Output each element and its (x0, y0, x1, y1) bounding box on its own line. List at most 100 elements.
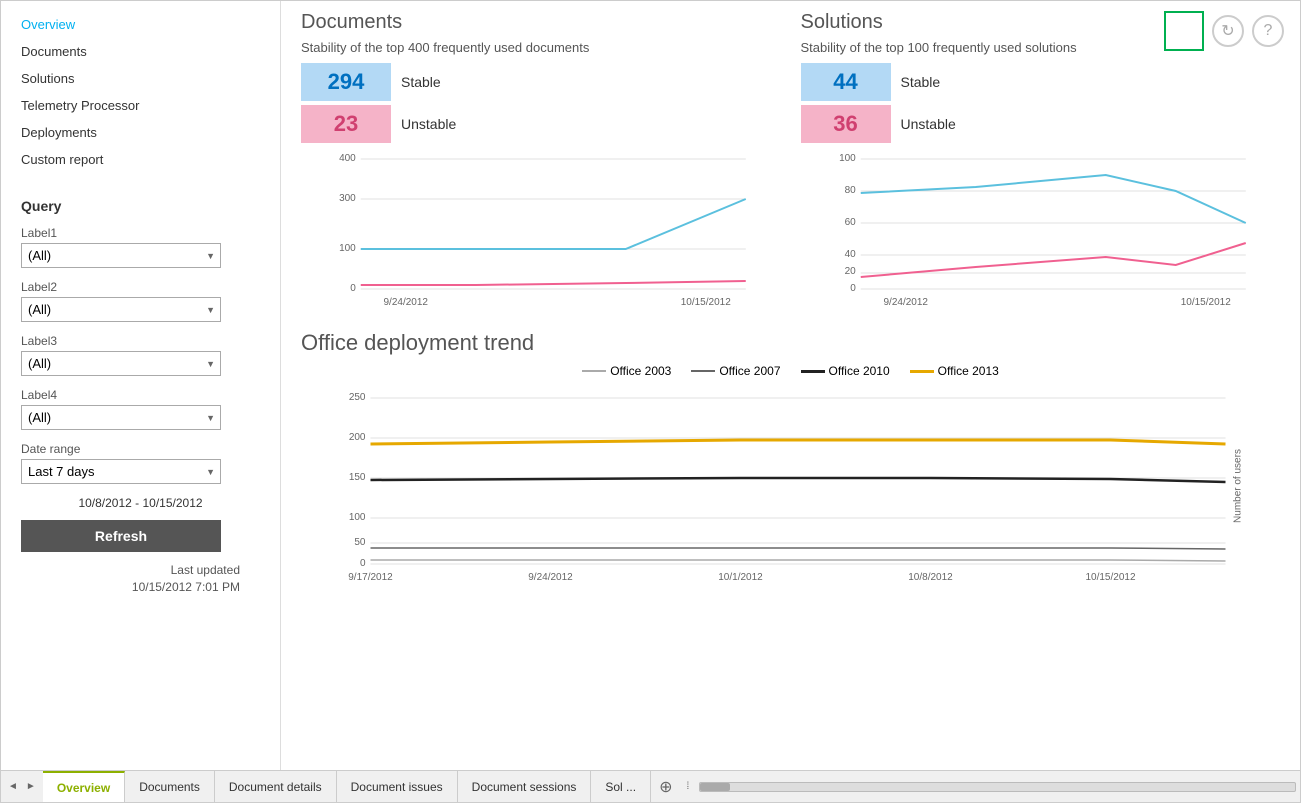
deployment-section: Office deployment trend Office 2003 Offi… (301, 330, 1280, 589)
svg-text:50: 50 (354, 537, 366, 548)
tab-document-issues[interactable]: Document issues (337, 771, 458, 802)
tab-overview[interactable]: Overview (43, 771, 125, 802)
label2-select[interactable]: (All) (21, 297, 221, 322)
main-area: Overview Documents Solutions Telemetry P… (1, 1, 1300, 770)
tab-document-sessions[interactable]: Document sessions (458, 771, 592, 802)
label2-field: Label2 (All) (21, 280, 260, 322)
label2-select-wrapper: (All) (21, 297, 221, 322)
legend-office2003-line (582, 370, 606, 372)
svg-text:10/15/2012: 10/15/2012 (1085, 572, 1135, 583)
sidebar-item-overview[interactable]: Overview (1, 11, 280, 38)
label1-select-wrapper: (All) (21, 243, 221, 268)
solutions-stable-row: 44 Stable (801, 63, 1281, 101)
legend-office2007-line (691, 370, 715, 372)
label3-field: Label3 (All) (21, 334, 260, 376)
last-updated-line1: Last updated (171, 563, 240, 577)
label3-select-wrapper: (All) (21, 351, 221, 376)
documents-stable-label: Stable (401, 74, 441, 90)
svg-text:300: 300 (339, 193, 356, 204)
sidebar-item-telemetry[interactable]: Telemetry Processor (1, 92, 280, 119)
legend-office2013: Office 2013 (910, 364, 999, 378)
solutions-panel: Solutions Stability of the top 100 frequ… (801, 11, 1281, 310)
legend-office2013-line (910, 370, 934, 373)
tab-add-button[interactable]: ⊕ (651, 771, 680, 802)
svg-text:0: 0 (360, 558, 366, 569)
app-container: Overview Documents Solutions Telemetry P… (0, 0, 1301, 803)
tab-bar-nav: ◄ ► (1, 771, 43, 802)
legend-office2007-label: Office 2007 (719, 364, 780, 378)
legend-office2003-label: Office 2003 (610, 364, 671, 378)
tab-nav-prev[interactable]: ◄ (5, 781, 21, 792)
svg-text:Number of users: Number of users (1233, 449, 1244, 523)
svg-text:100: 100 (839, 153, 856, 164)
svg-text:100: 100 (349, 512, 366, 523)
tab-bar: ◄ ► Overview Documents Document details … (1, 770, 1300, 802)
documents-panel: Documents Stability of the top 400 frequ… (301, 11, 781, 310)
svg-text:0: 0 (850, 283, 856, 294)
legend-office2013-label: Office 2013 (938, 364, 999, 378)
svg-text:9/17/2012: 9/17/2012 (348, 572, 393, 583)
scrollbar-thumb[interactable] (700, 783, 730, 791)
svg-text:10/1/2012: 10/1/2012 (718, 572, 763, 583)
documents-chart: 400 300 100 0 (301, 147, 781, 310)
svg-text:40: 40 (844, 249, 856, 260)
sidebar-item-custom-report[interactable]: Custom report (1, 146, 280, 173)
tab-document-details[interactable]: Document details (215, 771, 337, 802)
svg-text:60: 60 (844, 217, 856, 228)
last-updated: Last updated 10/15/2012 7:01 PM (21, 562, 260, 596)
scrollbar-track[interactable] (699, 782, 1296, 792)
label4-field: Label4 (All) (21, 388, 260, 430)
documents-unstable-label: Unstable (401, 116, 456, 132)
date-range-select[interactable]: Last 7 days (21, 459, 221, 484)
tab-sol[interactable]: Sol ... (591, 771, 651, 802)
svg-text:20: 20 (844, 266, 856, 277)
last-updated-line2: 10/15/2012 7:01 PM (132, 580, 240, 594)
solutions-stable-count: 44 (801, 63, 891, 101)
documents-subtitle: Stability of the top 400 frequently used… (301, 40, 781, 55)
refresh-button[interactable]: Refresh (21, 520, 221, 552)
label4-label: Label4 (21, 388, 260, 402)
sidebar-item-documents[interactable]: Documents (1, 38, 280, 65)
query-section: Query Label1 (All) Label2 (All) (1, 183, 280, 770)
label1-select[interactable]: (All) (21, 243, 221, 268)
date-range-select-wrapper: Last 7 days (21, 459, 221, 484)
legend-office2010: Office 2010 (801, 364, 890, 378)
label3-label: Label3 (21, 334, 260, 348)
charts-row: Documents Stability of the top 400 frequ… (301, 11, 1280, 310)
deployment-legend: Office 2003 Office 2007 Office 2010 Offi… (301, 364, 1280, 378)
svg-text:10/15/2012: 10/15/2012 (1180, 297, 1230, 307)
solutions-stable-label: Stable (901, 74, 941, 90)
documents-unstable-count: 23 (301, 105, 391, 143)
legend-office2007: Office 2007 (691, 364, 780, 378)
label4-select-wrapper: (All) (21, 405, 221, 430)
solutions-unstable-count: 36 (801, 105, 891, 143)
tab-more-button[interactable]: ⁞ (680, 771, 695, 802)
query-title: Query (21, 198, 260, 214)
sidebar-item-solutions[interactable]: Solutions (1, 65, 280, 92)
sidebar: Overview Documents Solutions Telemetry P… (1, 1, 281, 770)
solutions-chart: 100 80 60 40 20 0 (801, 147, 1281, 310)
deployment-title: Office deployment trend (301, 330, 1280, 356)
solutions-unstable-label: Unstable (901, 116, 956, 132)
sidebar-item-deployments[interactable]: Deployments (1, 119, 280, 146)
deployment-chart: 250 200 150 100 50 0 Number of users (301, 386, 1280, 589)
legend-office2010-label: Office 2010 (829, 364, 890, 378)
label3-select[interactable]: (All) (21, 351, 221, 376)
svg-text:200: 200 (349, 432, 366, 443)
label4-select[interactable]: (All) (21, 405, 221, 430)
documents-stable-row: 294 Stable (301, 63, 781, 101)
label1-label: Label1 (21, 226, 260, 240)
refresh-icon-btn[interactable]: ↻ (1212, 15, 1244, 47)
label2-label: Label2 (21, 280, 260, 294)
svg-text:250: 250 (349, 392, 366, 403)
tab-documents[interactable]: Documents (125, 771, 215, 802)
svg-text:80: 80 (844, 185, 856, 196)
documents-unstable-row: 23 Unstable (301, 105, 781, 143)
content-area: ↻ ? Documents Stability of the top 400 f… (281, 1, 1300, 770)
documents-stable-count: 294 (301, 63, 391, 101)
svg-text:10/8/2012: 10/8/2012 (908, 572, 953, 583)
label1-field: Label1 (All) (21, 226, 260, 268)
help-icon-btn[interactable]: ? (1252, 15, 1284, 47)
tab-nav-next[interactable]: ► (23, 781, 39, 792)
svg-text:9/24/2012: 9/24/2012 (384, 297, 429, 307)
